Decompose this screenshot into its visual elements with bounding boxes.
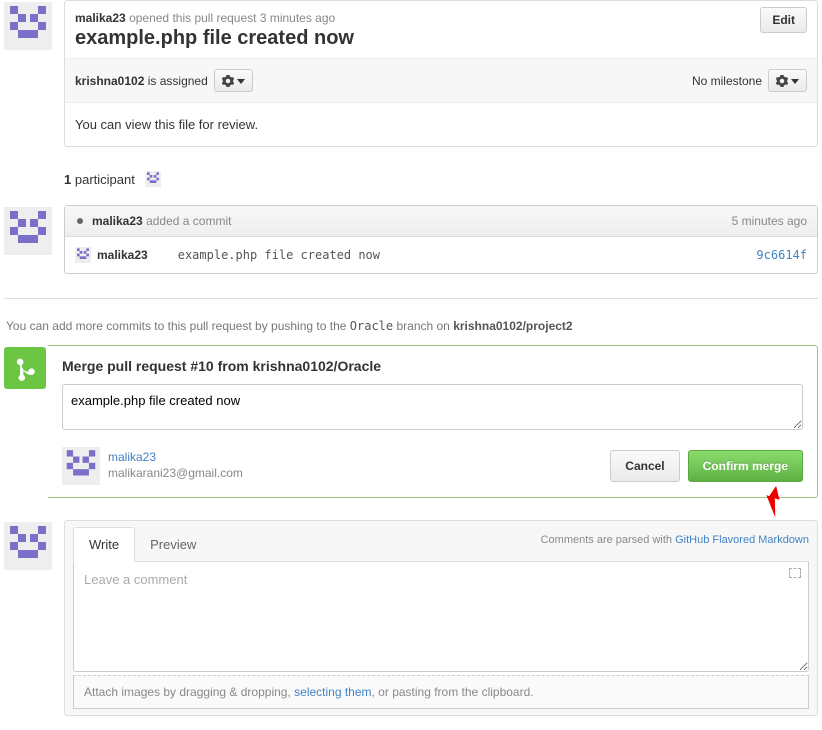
merge-panel: Merge pull request #10 from krishna0102/… bbox=[48, 345, 818, 498]
commit-sha[interactable]: 9c6614f bbox=[756, 248, 807, 262]
tab-preview[interactable]: Preview bbox=[135, 528, 211, 561]
merge-title: Merge pull request #10 from krishna0102/… bbox=[62, 358, 803, 374]
commit-message: example.php file created now bbox=[178, 248, 380, 262]
avatar bbox=[4, 207, 52, 255]
opened-line: malika23 opened this pull request 3 minu… bbox=[75, 11, 807, 25]
participants: 1 participant bbox=[64, 171, 818, 187]
tab-write[interactable]: Write bbox=[73, 527, 135, 562]
push-hint: You can add more commits to this pull re… bbox=[6, 319, 818, 333]
pr-description: You can view this file for review. bbox=[65, 102, 817, 146]
gear-icon bbox=[776, 75, 788, 87]
divider bbox=[4, 298, 818, 299]
commit-avatar bbox=[75, 247, 91, 263]
markdown-link[interactable]: GitHub Flavored Markdown bbox=[675, 534, 809, 546]
commit-box: malika23 added a commit 5 minutes ago ma… bbox=[64, 205, 818, 274]
merge-user-avatar bbox=[62, 447, 100, 485]
commit-author: malika23 bbox=[97, 248, 148, 262]
comment-input[interactable] bbox=[73, 562, 809, 672]
fullscreen-icon[interactable] bbox=[789, 568, 801, 578]
commit-time: 5 minutes ago bbox=[732, 214, 807, 228]
commit-row[interactable]: malika23 example.php file created now 9c… bbox=[65, 237, 817, 273]
participant-avatar[interactable] bbox=[145, 171, 161, 187]
merge-message-input[interactable] bbox=[62, 384, 803, 430]
milestone-text: No milestone bbox=[692, 74, 762, 88]
select-files-link[interactable]: selecting them bbox=[294, 685, 371, 699]
assignee-menu[interactable] bbox=[214, 69, 253, 92]
avatar bbox=[4, 2, 52, 50]
commit-dot-icon bbox=[77, 218, 83, 224]
assignee: krishna0102 is assigned bbox=[75, 74, 208, 88]
merge-user-link[interactable]: malika23 bbox=[108, 450, 156, 464]
merge-user-email: malikarani23@gmail.com bbox=[108, 466, 243, 480]
avatar bbox=[4, 522, 52, 570]
attach-hint: Attach images by dragging & dropping, se… bbox=[73, 675, 809, 709]
edit-button[interactable]: Edit bbox=[760, 7, 807, 33]
pr-title: example.php file created now bbox=[75, 27, 807, 50]
confirm-merge-button[interactable]: Confirm merge bbox=[688, 450, 803, 482]
milestone-menu[interactable] bbox=[768, 69, 807, 92]
comment-compose: Write Preview Comments are parsed with G… bbox=[64, 520, 818, 716]
markdown-hint: Comments are parsed with GitHub Flavored… bbox=[541, 534, 809, 554]
gear-icon bbox=[222, 75, 234, 87]
pr-header-box: Edit malika23 opened this pull request 3… bbox=[64, 0, 818, 147]
cancel-button[interactable]: Cancel bbox=[610, 450, 679, 482]
merge-icon bbox=[14, 357, 36, 383]
